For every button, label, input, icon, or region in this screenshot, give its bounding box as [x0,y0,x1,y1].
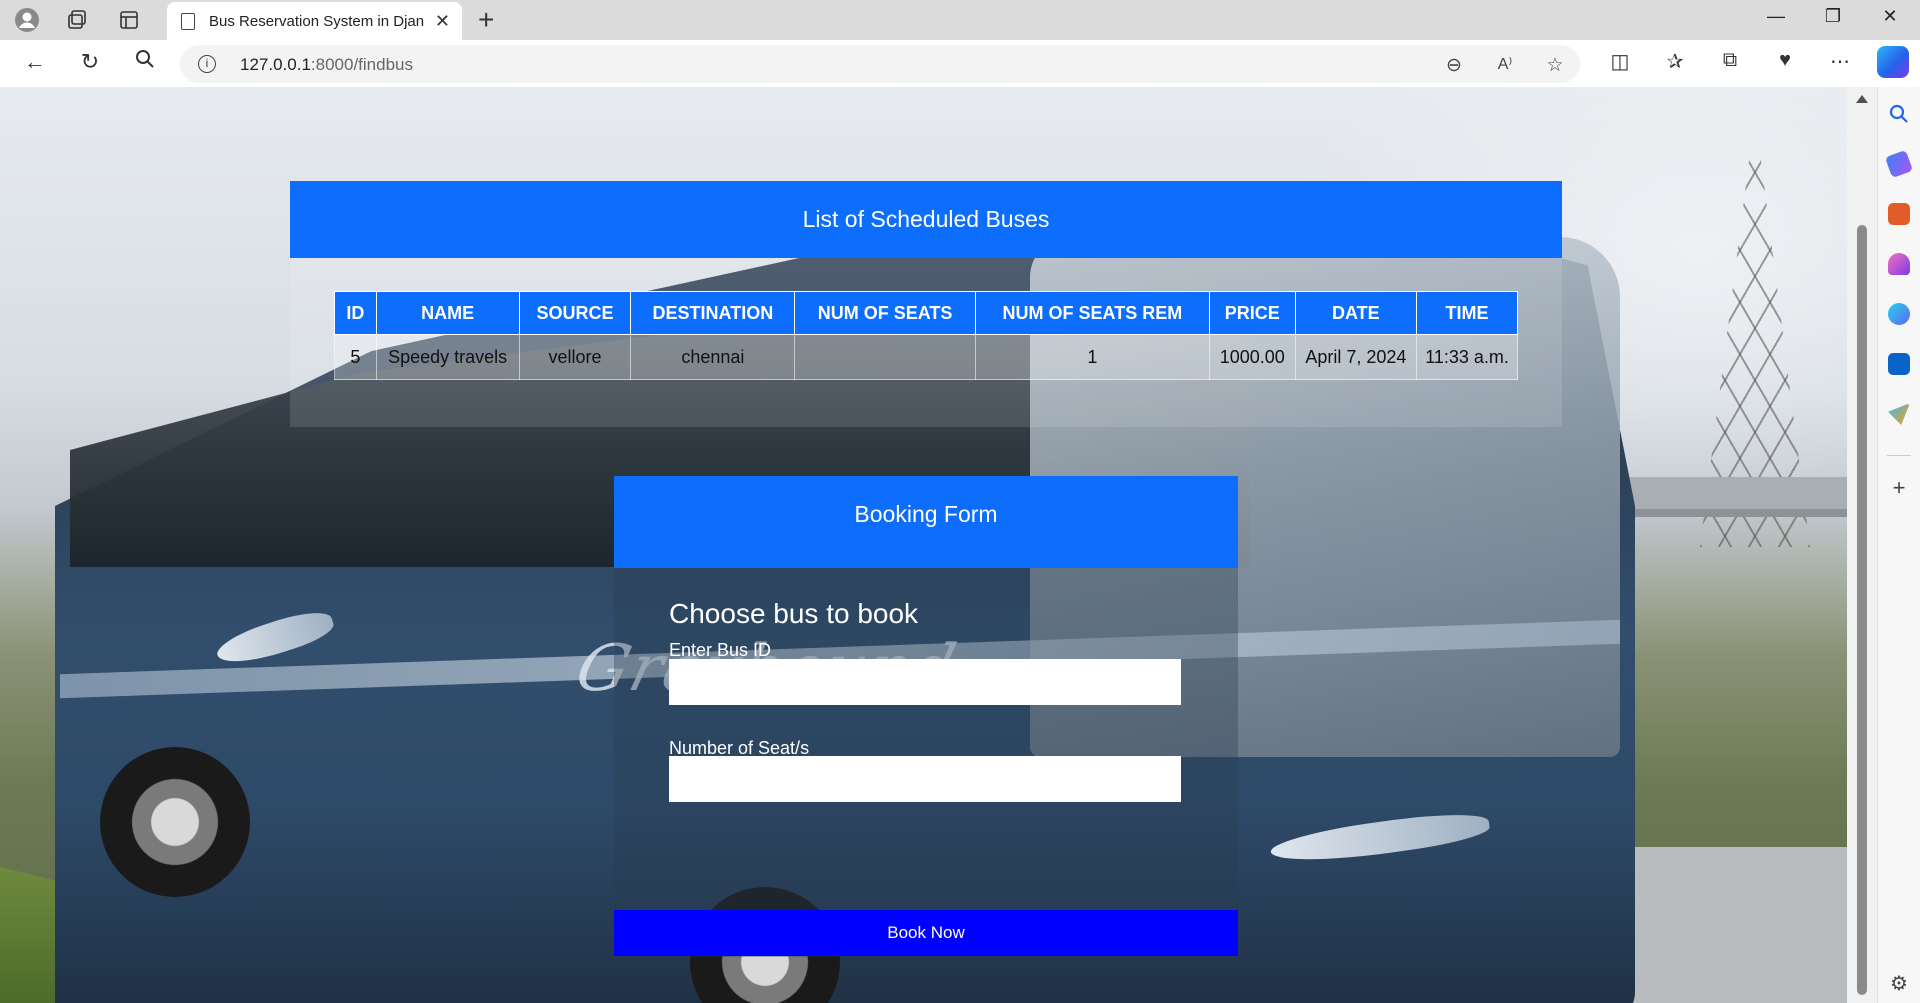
seats-input[interactable] [669,756,1181,802]
column-header: ID [334,291,377,335]
table-row: 5 Speedy travels vellore chennai 1 1000.00 Apr… [334,334,1518,380]
tab-active[interactable]: Bus Reservation System in Django ✕ [167,2,462,40]
close-tab-icon[interactable]: ✕ [435,11,450,32]
bus-id-label: Enter Bus ID [669,640,772,660]
profile-icon[interactable] [14,7,40,33]
sidebar-settings-icon[interactable]: ⚙ [1888,973,1910,995]
address-bar: ← ↻ i 127.0.0.1:8000/findbus ⊖ A⁾ ☆ ◫ ✰ … [0,40,1920,87]
booking-subtitle: Choose bus to book [669,598,919,629]
sidebar-tools-icon[interactable] [1888,203,1910,225]
workspaces-icon[interactable] [64,7,90,33]
page-icon [181,12,195,30]
schedule-table-wrap: ID NAME SOURCE DESTINATION NUM OF SEATS NUM O… [334,291,1518,380]
booking-heading: Booking Form [614,476,1238,568]
site-info-icon[interactable]: i [198,55,216,73]
bus-wheel-rear [100,747,250,897]
edge-sidebar: + ⚙ [1877,87,1920,1003]
column-header: NUM OF SEATS [794,291,976,335]
favorites-icon[interactable]: ✰ [1660,49,1690,74]
table-cell: vellore [518,334,632,380]
column-header: NAME [375,291,520,335]
tab-bar: Bus Reservation System in Django ✕ + — ❐… [0,0,1920,40]
page-viewport: Greyhound List of Scheduled Buses IDNAME… [0,87,1847,1003]
minimize-icon[interactable]: — [1753,6,1799,27]
back-icon[interactable]: ← [20,49,50,75]
column-header: DESTINATION [630,291,796,335]
read-aloud-icon[interactable]: A⁾ [1491,54,1519,74]
search-icon[interactable] [130,49,160,75]
sidebar-send-icon[interactable] [1888,403,1910,425]
scroll-up-arrow-icon[interactable] [1856,95,1868,103]
collections-icon[interactable]: ⧉ [1715,49,1745,72]
table-header-row: ID NAME SOURCE DESTINATION NUM OF SEATS NUM O… [334,291,1518,335]
close-window-icon[interactable]: ✕ [1867,6,1913,27]
url-path: :8000/findbus [310,55,413,74]
column-header: PRICE [1208,291,1296,335]
split-screen-icon[interactable]: ◫ [1605,49,1635,74]
table-cell: April 7, 2024 [1294,334,1418,380]
url-host: 127.0.0.1 [240,55,311,74]
sidebar-shopping-icon[interactable] [1884,149,1914,179]
table-cell: 5 [334,334,377,380]
tab-actions-icon[interactable] [116,7,142,33]
refresh-icon[interactable]: ↻ [75,49,105,75]
browser-essentials-icon[interactable]: ♥ [1770,49,1800,72]
sidebar-games-icon[interactable] [1888,253,1910,275]
column-header: NUM OF SEATS REM [974,291,1210,335]
page-scrollbar[interactable] [1847,87,1877,1003]
booking-form: Booking Form Choose bus to book Enter Bu… [614,476,1238,957]
sidebar-microsoft365-icon[interactable] [1888,303,1910,325]
table-body: 5 Speedy travels vellore chennai 1 1000.00 Apr… [334,334,1518,380]
favorite-star-icon[interactable]: ☆ [1541,54,1569,77]
table-cell: chennai [630,334,796,380]
table-cell: 1000.00 [1208,334,1296,380]
new-tab-icon[interactable]: + [478,4,494,36]
restore-icon[interactable]: ❐ [1810,6,1856,27]
url-text: 127.0.0.1:8000/findbus [240,55,413,75]
url-field[interactable]: i 127.0.0.1:8000/findbus ⊖ A⁾ ☆ [180,45,1580,83]
book-now-button[interactable]: Book Now [614,910,1238,956]
more-options-icon[interactable]: ⋯ [1825,49,1855,74]
column-header: TIME [1416,291,1518,335]
zoom-out-icon[interactable]: ⊖ [1440,54,1468,77]
copilot-icon[interactable] [1877,46,1909,78]
column-header: SOURCE [518,291,632,335]
sidebar-outlook-icon[interactable] [1888,353,1910,375]
column-header: DATE [1294,291,1418,335]
scroll-thumb[interactable] [1857,225,1867,995]
schedule-heading: List of Scheduled Buses [290,181,1562,258]
table-cell [794,334,976,380]
table-cell: Speedy travels [375,334,520,380]
table-cell: 11:33 a.m. [1416,334,1518,380]
schedule-card: List of Scheduled Buses ID NAME SOURCE DEST… [290,181,1562,427]
tab-title: Bus Reservation System in Django [209,12,424,30]
sidebar-search-icon[interactable] [1888,103,1910,125]
sidebar-divider [1887,455,1911,456]
bus-id-input[interactable] [669,659,1181,705]
schedule-table: ID NAME SOURCE DESTINATION NUM OF SEATS NUM O… [334,291,1518,380]
table-cell: 1 [974,334,1210,380]
sidebar-add-icon[interactable]: + [1888,477,1910,499]
